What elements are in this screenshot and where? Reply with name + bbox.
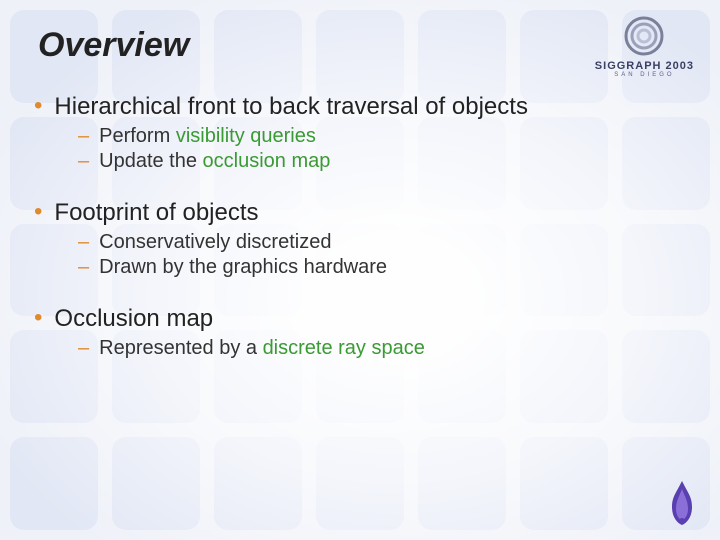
siggraph-logo: SIGGRAPH 2003 SAN DIEGO xyxy=(595,14,694,78)
bullet-dash-icon: – xyxy=(78,337,89,360)
logo-org: SIGGRAPH 2003 xyxy=(595,60,694,72)
bullet-text: Hierarchical front to back traversal of … xyxy=(54,93,528,121)
flame-icon xyxy=(662,479,702,527)
logo-city: SAN DIEGO xyxy=(614,72,674,78)
bullet-level1: • Footprint of objects xyxy=(34,199,686,227)
bullet-dash-icon: – xyxy=(78,256,89,279)
bullet-sub-text: Conservatively discretized xyxy=(99,231,331,254)
bullet-text: Footprint of objects xyxy=(54,199,258,227)
bullet-level2: – Represented by a discrete ray space xyxy=(78,337,686,360)
flame-logo xyxy=(662,479,702,532)
bullet-level2: – Perform visibility queries xyxy=(78,125,686,148)
spiral-icon xyxy=(622,14,666,58)
slide: SIGGRAPH 2003 SAN DIEGO Overview • Hiera… xyxy=(0,0,720,540)
slide-title: Overview xyxy=(38,26,686,65)
bullet-dash-icon: – xyxy=(78,125,89,148)
bullet-dash-icon: – xyxy=(78,150,89,173)
bullet-group: • Hierarchical front to back traversal o… xyxy=(34,93,686,173)
bullet-dot-icon: • xyxy=(34,93,42,119)
slide-content: Overview • Hierarchical front to back tr… xyxy=(0,0,720,540)
bullet-level2: – Update the occlusion map xyxy=(78,150,686,173)
bullet-sub-text: Represented by a discrete ray space xyxy=(99,337,425,360)
bullet-text: Occlusion map xyxy=(54,305,213,333)
bullet-dash-icon: – xyxy=(78,231,89,254)
bullet-group: • Occlusion map – Represented by a discr… xyxy=(34,305,686,360)
bullet-level1: • Occlusion map xyxy=(34,305,686,333)
bullet-level2: – Drawn by the graphics hardware xyxy=(78,256,686,279)
bullet-list: • Hierarchical front to back traversal o… xyxy=(34,93,686,360)
bullet-sub-text: Drawn by the graphics hardware xyxy=(99,256,387,279)
bullet-sub-text: Update the occlusion map xyxy=(99,150,330,173)
bullet-level2: – Conservatively discretized xyxy=(78,231,686,254)
bullet-dot-icon: • xyxy=(34,199,42,225)
bullet-sub-text: Perform visibility queries xyxy=(99,125,316,148)
bullet-group: • Footprint of objects – Conservatively … xyxy=(34,199,686,279)
bullet-level1: • Hierarchical front to back traversal o… xyxy=(34,93,686,121)
bullet-dot-icon: • xyxy=(34,305,42,331)
